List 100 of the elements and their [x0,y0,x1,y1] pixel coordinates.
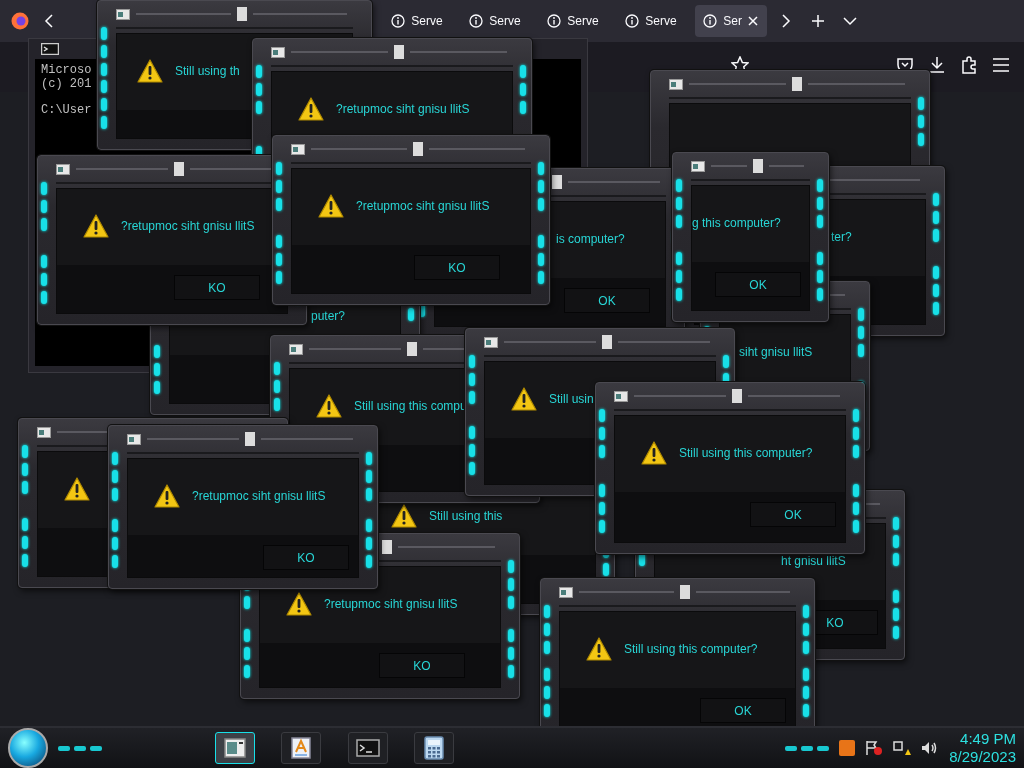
title-marker-icon [792,77,802,91]
info-icon [547,14,562,28]
title-marker-icon [236,7,247,21]
ok-button[interactable]: KO [379,653,465,678]
plus-icon[interactable] [811,14,826,28]
calculator-icon[interactable] [424,736,445,760]
forward-icon[interactable] [780,14,793,28]
title-marker-icon [382,540,392,554]
menu-icon[interactable] [992,58,1010,72]
indicator-lights [274,362,282,411]
ok-button[interactable]: KO [414,255,500,280]
dialog-message: ter? [831,230,852,244]
console-icon[interactable] [355,739,380,757]
indicator-lights [853,484,861,533]
info-icon [703,14,718,28]
app-icon [291,143,305,155]
indicator-lights [101,80,109,129]
title-marker-icon [679,585,690,599]
firefox-icon[interactable] [10,11,30,31]
indicator-lights [469,426,477,475]
console-line: (c) 201 [41,77,92,91]
browser-tab[interactable]: Serve [383,5,456,37]
app-icon [559,586,573,598]
browser-tab[interactable]: Serve [461,5,534,37]
dialog-message: ht gnisu llitS [781,554,846,568]
browser-tab[interactable]: Serve [539,5,612,37]
indicator-lights [41,255,49,304]
dialog-message: Still usin [549,392,594,406]
indicator-lights [366,452,374,501]
app-icon [484,336,498,348]
console-icon [41,43,59,55]
dialog-message: puter? [311,309,346,323]
indicator-lights [508,560,516,609]
extensions-icon[interactable] [960,56,978,74]
dialog-message: ?retupmoc siht gnisu llitS [324,597,458,611]
title-marker-icon [752,159,763,173]
app-icon [127,433,141,445]
indicator-lights [803,668,811,717]
download-icon[interactable] [928,56,946,74]
ok-button[interactable]: KO [174,275,260,300]
indicator-lights [933,266,941,315]
clock-time: 4:49 PM [960,730,1016,748]
indicator-lights [520,65,528,114]
speaker-icon[interactable] [921,740,938,756]
indicator-lights [154,345,162,394]
dialog-message: ?retupmoc siht gnisu llitS [356,199,490,213]
window-icon[interactable] [224,738,246,758]
indicator-lights [599,409,607,458]
app-tray-icon[interactable] [839,740,856,756]
console-line: Microso [41,63,92,77]
indicator-lights [893,517,901,566]
app-icon [56,163,70,175]
chevron-down-icon[interactable] [843,16,858,26]
ok-button[interactable]: KO [263,545,349,570]
indicator-lights [112,452,120,501]
indicator-lights [676,179,684,228]
indicator-lights [858,308,866,357]
back-icon[interactable] [43,14,55,28]
flag-error-icon[interactable] [865,740,884,756]
title-marker-icon [174,162,184,176]
editor-icon[interactable] [291,737,312,759]
taskbar-button[interactable] [414,732,455,764]
ok-button[interactable]: OK [750,502,836,527]
info-icon [391,14,406,28]
browser-tab[interactable]: Ser [695,5,768,37]
taskbar-button[interactable] [281,732,322,764]
taskbar-button[interactable] [347,732,388,764]
app-icon [116,8,130,20]
indicator-lights [918,97,926,146]
taskbar-lights [785,745,830,751]
dialog-message: Still using this computer? [679,446,813,460]
indicator-lights [853,409,861,458]
ok-button[interactable]: OK [700,698,786,723]
network-warning-icon[interactable] [893,740,912,756]
dialog-message: ?retupmoc siht gnisu llitS [192,489,326,503]
start-button[interactable] [8,728,48,768]
browser-tab[interactable]: Serve [617,5,690,37]
title-marker-icon [407,342,417,356]
indicator-lights [817,179,825,228]
dialog-message: is computer? [556,232,625,246]
dialog-message: ?retupmoc siht gnisu llitS [336,102,470,116]
indicator-lights [933,193,941,242]
title-marker-icon [732,389,742,403]
dialog-message: Still using this computer? [624,642,758,656]
app-icon [691,160,705,172]
info-icon [469,14,484,28]
app-icon [669,78,683,90]
app-icon [37,426,51,438]
ok-button[interactable]: OK [715,272,801,297]
ok-button[interactable]: OK [564,288,650,313]
close-icon[interactable] [748,16,758,26]
indicator-lights [276,235,284,284]
indicator-lights [538,162,546,211]
dialog-message: siht gnisu llitS [739,345,813,359]
dialog-message: Still using this [429,509,503,523]
indicator-lights [544,605,552,654]
indicator-lights [676,252,684,301]
indicator-lights [22,445,30,494]
app-icon [271,46,285,58]
title-marker-icon [245,432,255,446]
